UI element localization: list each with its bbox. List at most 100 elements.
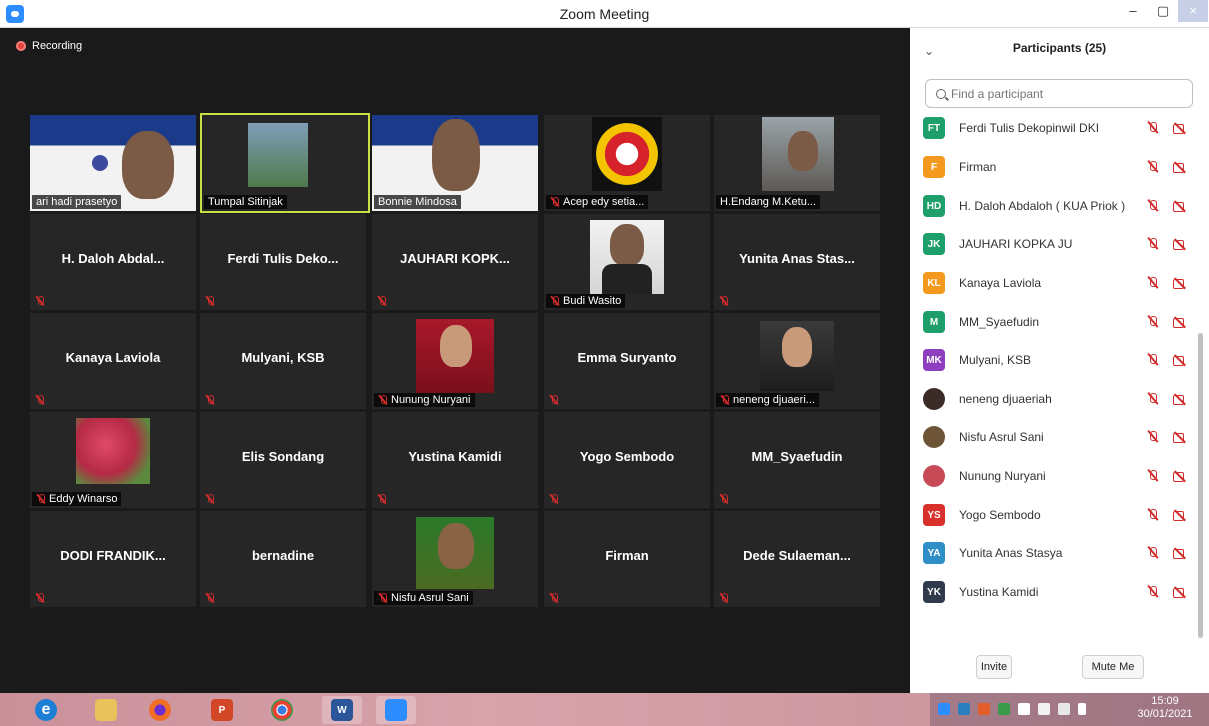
signal-icon[interactable] [1058,703,1070,715]
mute-me-button[interactable]: Mute Me [1082,655,1144,679]
participant-row[interactable]: YA Yunita Anas Stasya [910,534,1195,572]
participant-search[interactable] [925,79,1193,108]
app-tray-icon[interactable] [998,703,1010,715]
video-tile[interactable]: ari hadi prasetyo [30,115,196,211]
mic-muted-icon[interactable] [1147,199,1159,213]
maximize-button[interactable]: ▢ [1148,0,1178,22]
mic-muted-icon[interactable] [1147,276,1159,290]
video-off-icon[interactable] [1173,123,1187,134]
recording-label: Recording [32,40,83,52]
mic-muted-icon[interactable] [1147,508,1159,522]
participant-tile[interactable]: Yustina Kamidi [372,412,538,508]
taskbar-powerpoint[interactable]: P [202,696,242,724]
participant-row[interactable]: YS Yogo Sembodo [910,496,1195,534]
mic-muted-icon[interactable] [1147,430,1159,444]
participant-tile[interactable]: JAUHARI KOPK... [372,214,538,310]
mic-muted-icon[interactable] [1147,237,1159,251]
video-tile[interactable]: neneng djuaeri... [714,313,880,409]
chrome-icon [271,699,293,721]
video-off-icon[interactable] [1173,278,1187,289]
mic-muted-icon [549,593,559,603]
video-tile[interactable]: Nisfu Asrul Sani [372,511,538,607]
mic-muted-icon[interactable] [1147,160,1159,174]
participant-tile[interactable]: Mulyani, KSB [200,313,366,409]
participant-tile[interactable]: H. Daloh Abdal... [30,214,196,310]
video-tile-active-speaker[interactable]: Tumpal Sitinjak [200,113,370,213]
mic-muted-icon[interactable] [1147,121,1159,135]
participant-tile[interactable]: Yunita Anas Stas... [714,214,880,310]
participant-tile[interactable]: Ferdi Tulis Deko... [200,214,366,310]
participant-tile[interactable]: DODI FRANDIK... [30,511,196,607]
taskbar-internet-explorer[interactable]: e [26,696,66,724]
video-off-icon[interactable] [1173,355,1187,366]
invite-button[interactable]: Invite [976,655,1012,679]
network-tray-icon[interactable] [1018,703,1030,715]
title-bar: Zoom Meeting – ▢ × [0,0,1209,28]
participant-tile[interactable]: Yogo Sembodo [544,412,710,508]
mic-muted-icon[interactable] [1147,469,1159,483]
video-tile[interactable]: H.Endang M.Ketu... [714,115,880,211]
participant-row[interactable]: Nisfu Asrul Sani [910,418,1195,456]
participant-row[interactable]: neneng djuaeriah [910,380,1195,418]
participant-tile[interactable]: Firman [544,511,710,607]
participant-name: Kanaya Laviola [65,350,161,365]
taskbar-chrome[interactable] [262,696,302,724]
participant-face [438,523,474,569]
participant-tile[interactable]: Kanaya Laviola [30,313,196,409]
participant-row[interactable]: HD H. Daloh Abdaloh ( KUA Priok ) [910,187,1195,225]
action-center-flag-icon[interactable] [1078,703,1086,715]
system-tray: 15:09 30/01/2021 [930,693,1209,726]
participant-row[interactable]: F Firman [910,148,1195,186]
participants-scrollbar[interactable] [1198,333,1203,638]
video-off-icon[interactable] [1173,510,1187,521]
taskbar-word[interactable]: W [322,696,362,724]
video-off-icon[interactable] [1173,201,1187,212]
avatar: F [923,156,945,178]
video-tile[interactable]: Bonnie Mindosa [372,115,538,211]
participant-tile[interactable]: Dede Sulaeman... [714,511,880,607]
video-off-icon[interactable] [1173,548,1187,559]
video-tile[interactable]: Eddy Winarso [30,412,196,508]
mic-muted-icon[interactable] [1147,585,1159,599]
participant-row[interactable]: FT Ferdi Tulis Dekopinwil DKI [910,109,1195,147]
participant-row[interactable]: YK Yustina Kamidi [910,573,1195,611]
participant-tile[interactable]: bernadine [200,511,366,607]
participant-row[interactable]: M MM_Syaefudin [910,303,1195,341]
video-off-icon[interactable] [1173,394,1187,405]
mic-muted-icon[interactable] [1147,315,1159,329]
taskbar-clock[interactable]: 15:09 30/01/2021 [1130,695,1200,721]
search-input[interactable] [951,86,1171,101]
participant-row[interactable]: JK JAUHARI KOPKA JU [910,225,1195,263]
video-off-icon[interactable] [1173,162,1187,173]
zoom-tray-icon[interactable] [938,703,950,715]
mic-muted-icon[interactable] [1147,353,1159,367]
participant-tile[interactable]: Emma Suryanto [544,313,710,409]
video-off-icon[interactable] [1173,239,1187,250]
participant-row[interactable]: Nunung Nuryani [910,457,1195,495]
powerpoint-icon: P [211,699,233,721]
video-tile[interactable]: Nunung Nuryani [372,313,538,409]
video-off-icon[interactable] [1173,587,1187,598]
video-off-icon[interactable] [1173,471,1187,482]
taskbar-firefox[interactable] [140,696,180,724]
participant-tile[interactable]: Elis Sondang [200,412,366,508]
mic-muted-icon[interactable] [1147,546,1159,560]
taskbar-file-explorer[interactable] [86,696,126,724]
video-off-icon[interactable] [1173,432,1187,443]
participant-name: Elis Sondang [241,449,325,464]
vpn-tray-icon[interactable] [958,703,970,715]
minimize-button[interactable]: – [1118,0,1148,22]
participant-name: MM_Syaefudin [751,449,843,464]
participant-tile[interactable]: MM_Syaefudin [714,412,880,508]
video-tile[interactable]: Budi Wasito [544,214,710,310]
volume-icon[interactable] [1038,703,1050,715]
participant-row[interactable]: MK Mulyani, KSB [910,341,1195,379]
mic-muted-icon[interactable] [1147,392,1159,406]
video-tile[interactable]: Acep edy setia... [544,115,710,211]
app-tray-icon[interactable] [978,703,990,715]
video-off-icon[interactable] [1173,317,1187,328]
participant-row-name: Nisfu Asrul Sani [959,430,1044,444]
close-button[interactable]: × [1178,0,1208,22]
participant-row[interactable]: KL Kanaya Laviola [910,264,1195,302]
taskbar-zoom[interactable] [376,696,416,724]
